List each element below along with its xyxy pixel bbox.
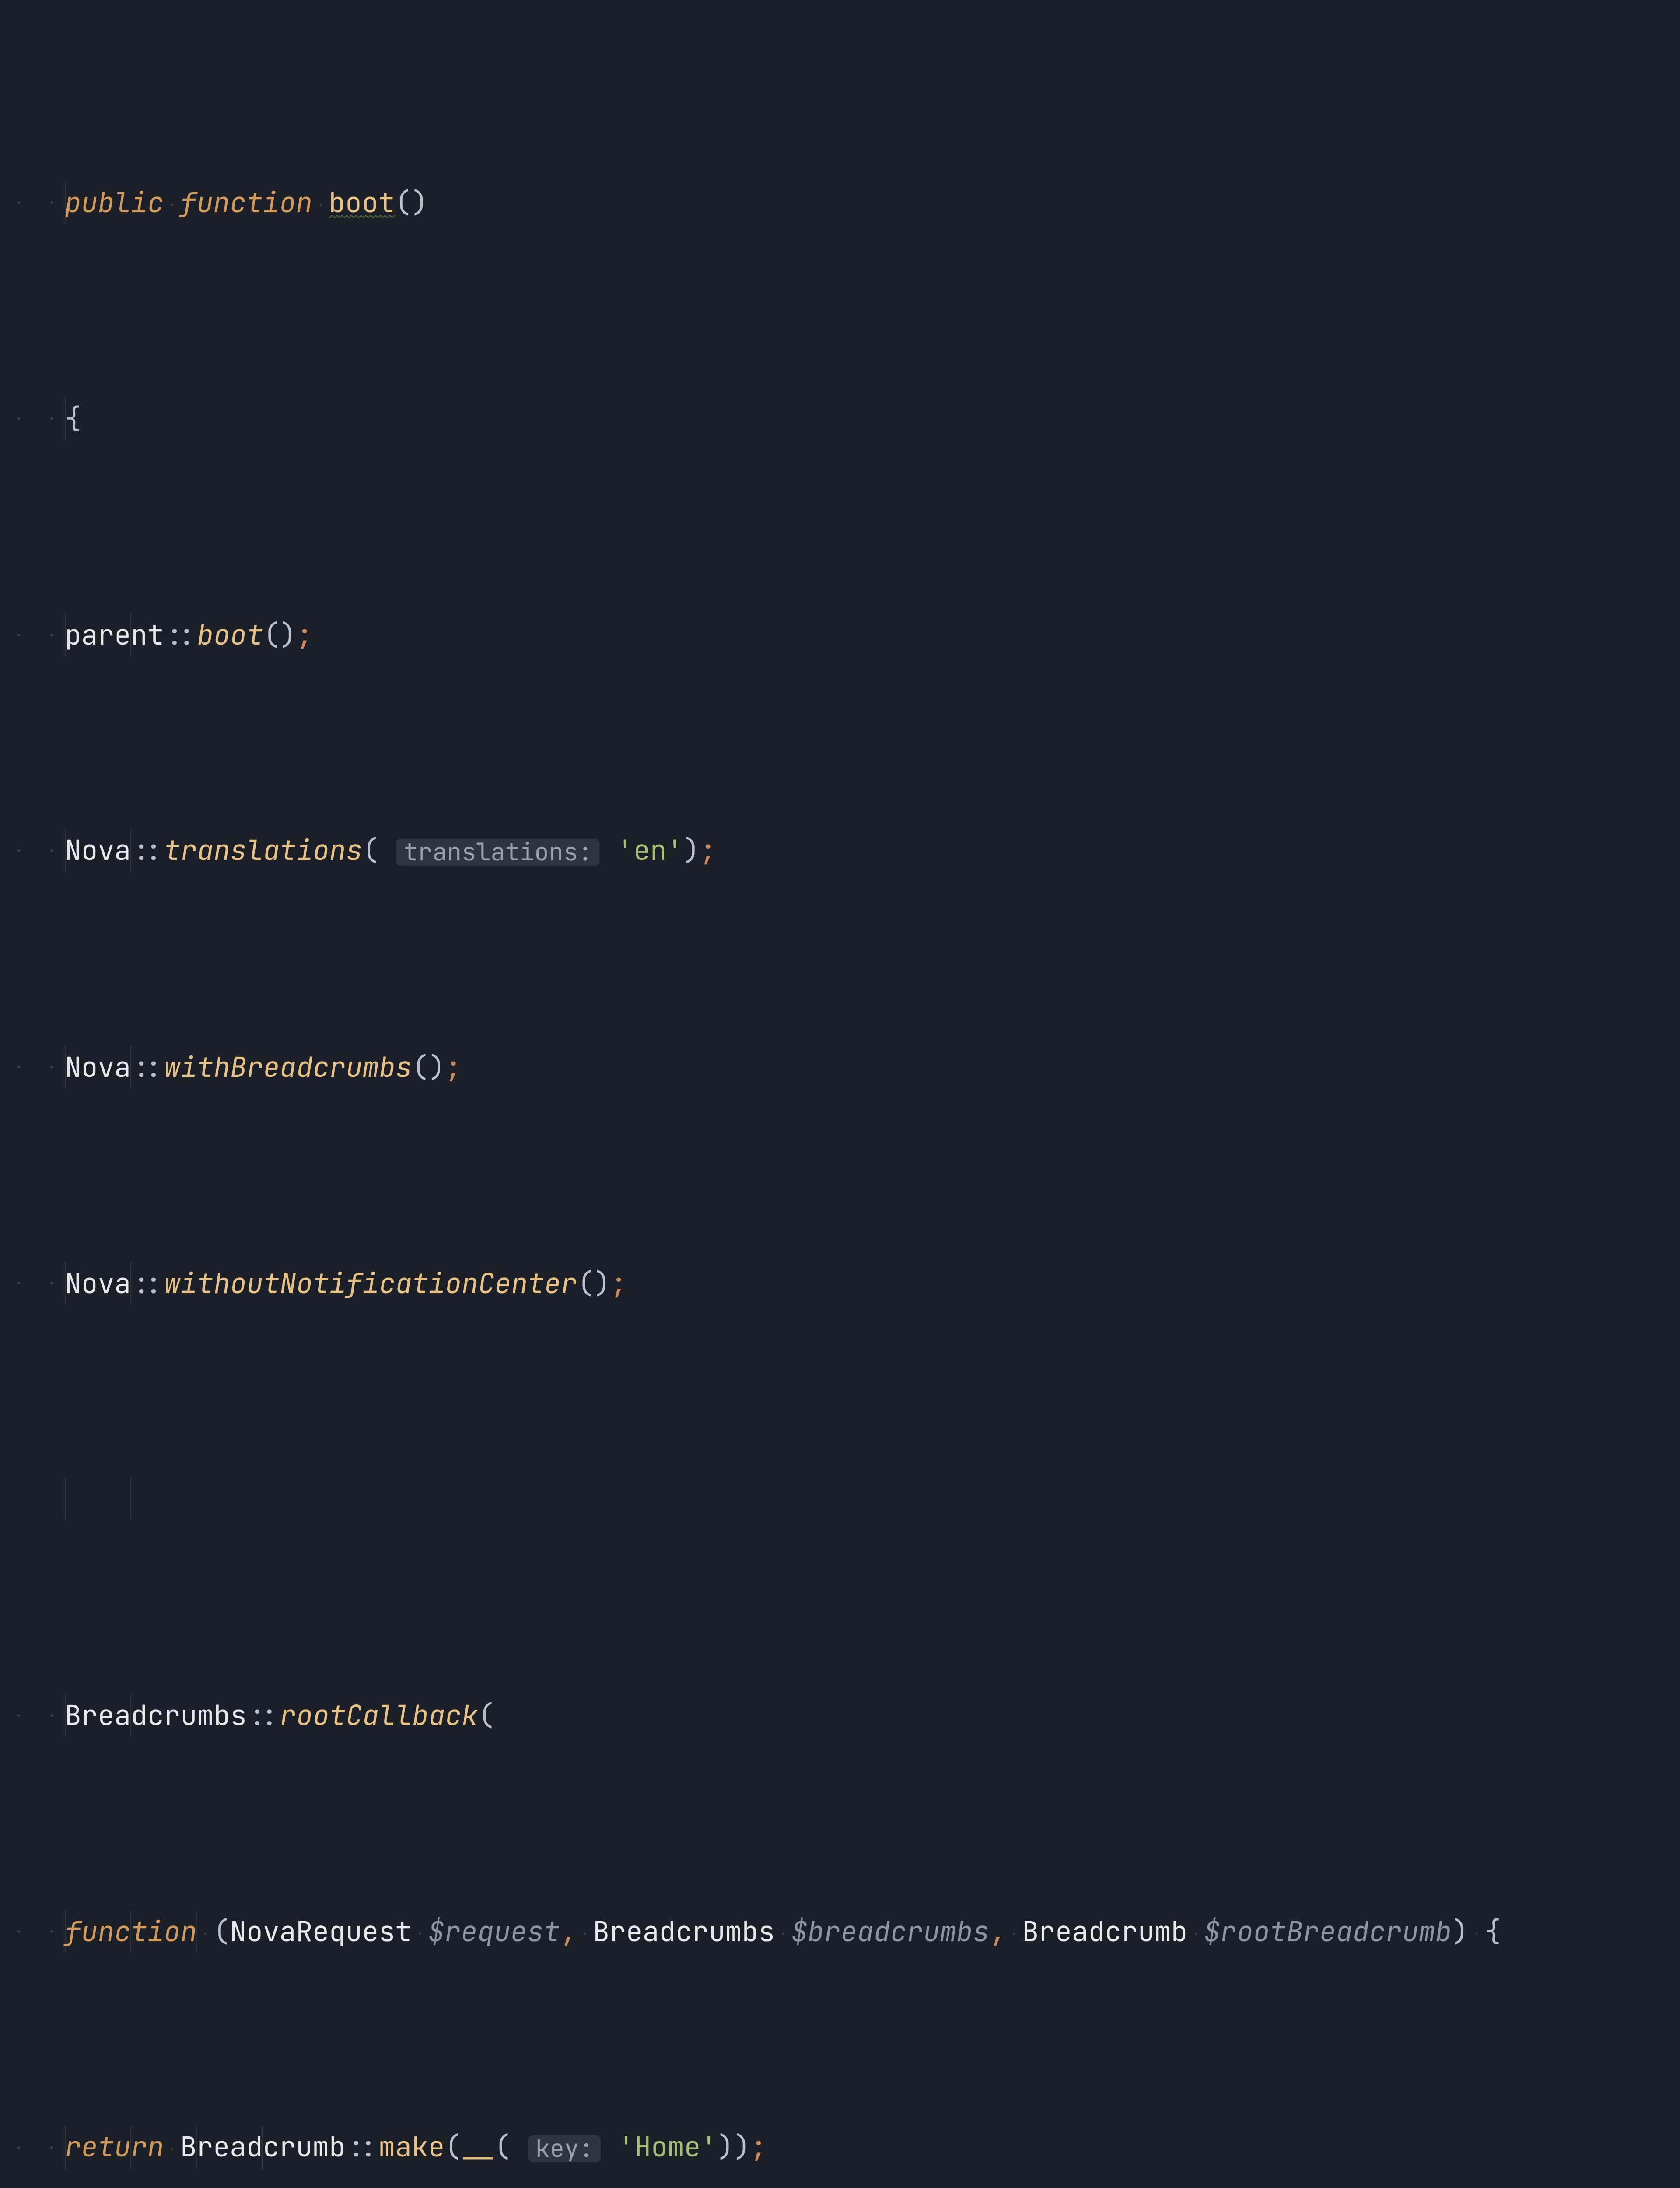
code-line-blank <box>0 1478 1680 1521</box>
code-line: Breadcrumbs::rootCallback( <box>0 1694 1680 1737</box>
var-rootBreadcrumb: $rootBreadcrumb <box>1204 1913 1452 1950</box>
param-hint-key: key: <box>528 2135 601 2162</box>
class-nova: Nova <box>65 1265 131 1301</box>
class-nova: Nova <box>65 1049 131 1085</box>
method-boot-call: boot <box>197 617 263 653</box>
class-breadcrumb: Breadcrumb <box>180 2128 346 2165</box>
string-en: 'en' <box>617 832 683 868</box>
method-rootCallback: rootCallback <box>280 1697 478 1733</box>
class-breadcrumb: Breadcrumb <box>1022 1913 1187 1950</box>
code-line: returnBreadcrumb::make(__( key: 'Home'))… <box>0 2126 1680 2169</box>
class-parent: parent <box>65 617 164 653</box>
string-home: 'Home' <box>618 2128 718 2165</box>
method-make: make <box>378 2128 444 2165</box>
var-breadcrumbs: $breadcrumbs <box>791 1913 990 1950</box>
code-line: { <box>0 397 1680 440</box>
method-withBreadcrumbs: withBreadcrumbs <box>164 1049 412 1085</box>
class-breadcrumbs: Breadcrumbs <box>65 1697 247 1733</box>
class-nova: Nova <box>65 832 131 868</box>
var-request: $request <box>428 1913 560 1950</box>
code-line: Nova::translations( translations: 'en'); <box>0 829 1680 872</box>
code-editor[interactable]: publicfunctionboot() { parent::boot(); N… <box>0 0 1680 2188</box>
code-line: parent::boot(); <box>0 613 1680 656</box>
keyword-return: return <box>65 2128 164 2165</box>
code-line: function(NovaRequest$request,Breadcrumbs… <box>0 1910 1680 1953</box>
class-breadcrumbs: Breadcrumbs <box>593 1913 775 1950</box>
keyword-public: public <box>65 184 164 221</box>
code-line: Nova::withBreadcrumbs(); <box>0 1045 1680 1088</box>
method-translations: translations <box>164 832 363 868</box>
keyword-function: function <box>65 1913 197 1950</box>
code-line: Nova::withoutNotificationCenter(); <box>0 1262 1680 1304</box>
method-boot: boot <box>329 184 395 221</box>
keyword-function: function <box>180 184 312 221</box>
class-novarequest: NovaRequest <box>230 1913 412 1950</box>
method-withoutNotificationCenter: withoutNotificationCenter <box>164 1265 578 1301</box>
fn-gettext: __ <box>461 2128 494 2165</box>
code-line: publicfunctionboot() <box>0 181 1680 224</box>
param-hint-translations: translations: <box>396 839 599 866</box>
